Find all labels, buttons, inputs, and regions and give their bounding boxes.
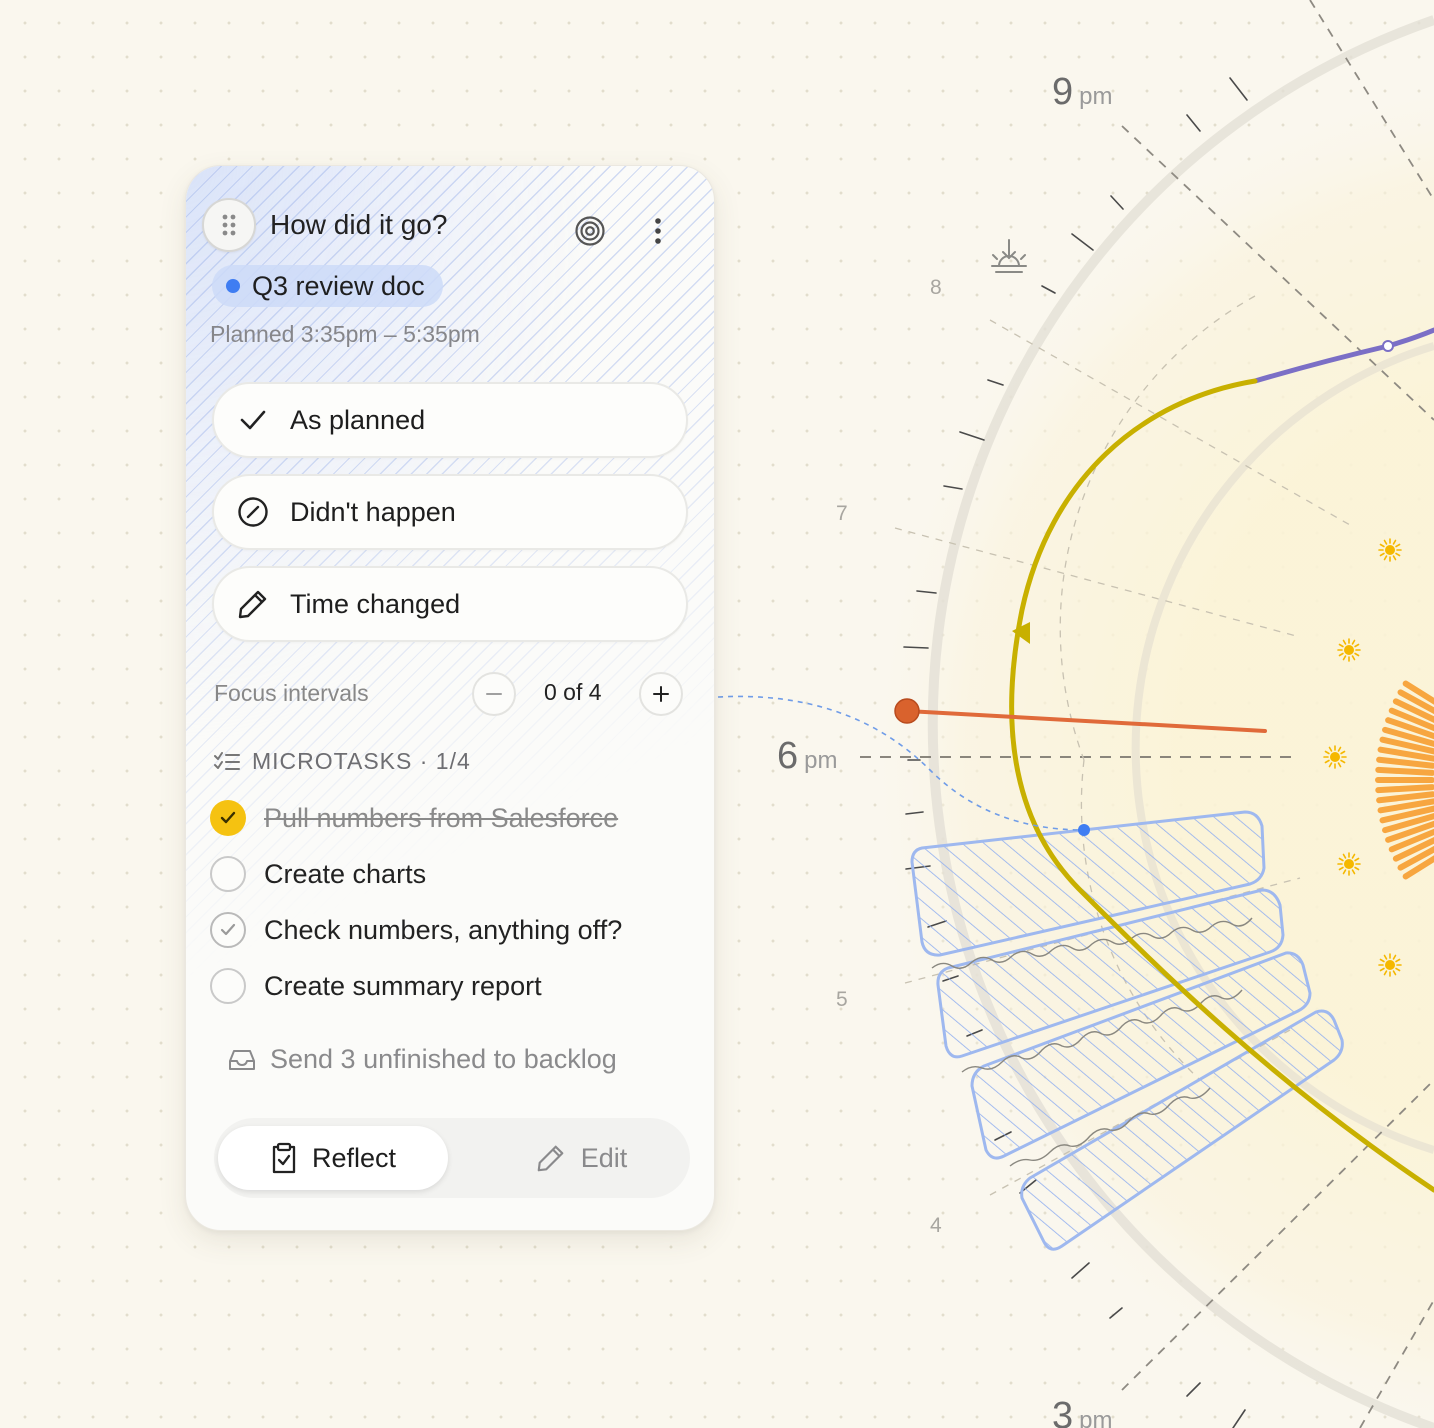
option-didnt-happen[interactable]: Didn't happen <box>212 474 688 550</box>
microtask-label: Create summary report <box>264 970 542 1001</box>
vertical-dots-icon <box>655 218 661 244</box>
task-chip[interactable]: Q3 review doc <box>212 265 443 307</box>
hour-label-3pm: 3 pm <box>1052 1395 1112 1428</box>
pencil-icon <box>537 1145 564 1172</box>
clipboard-check-icon <box>272 1142 296 1174</box>
focus-decrement-button[interactable] <box>472 672 516 716</box>
microtask-item[interactable]: Create charts <box>210 856 426 892</box>
focus-intervals-value: 0 of 4 <box>544 679 602 705</box>
checklist-icon <box>214 751 240 770</box>
sunset-icon <box>991 239 1027 273</box>
reflect-button[interactable]: Reflect <box>218 1126 448 1190</box>
more-menu-button[interactable] <box>644 213 672 249</box>
minus-icon <box>486 693 502 695</box>
pencil-icon <box>238 590 267 619</box>
option-label: As planned <box>290 404 426 435</box>
sleep-line-point <box>1382 340 1394 352</box>
task-name: Q3 review doc <box>252 270 425 301</box>
focus-increment-button[interactable] <box>639 672 683 716</box>
checkbox-unchecked[interactable] <box>210 968 246 1004</box>
send-to-backlog-button[interactable]: Send 3 unfinished to backlog <box>228 1044 617 1075</box>
hour-label-6pm: 6 pm <box>777 735 837 777</box>
edit-button[interactable]: Edit <box>486 1126 676 1190</box>
microtask-label: Create charts <box>264 858 427 889</box>
microtask-item[interactable]: Create summary report <box>210 968 542 1004</box>
slash-circle-icon <box>238 497 268 527</box>
hour-label-9pm: 9 pm <box>1052 71 1112 113</box>
reflection-card: How did it go? Q3 review doc Planned 3:3… <box>185 165 715 1231</box>
option-label: Didn't happen <box>290 496 456 527</box>
focus-intervals-label: Focus intervals <box>214 680 369 706</box>
check-icon <box>240 410 266 430</box>
microtask-label: Pull numbers from Salesforce <box>264 802 619 833</box>
hour-label-8: 8 <box>930 276 942 299</box>
microtasks-header: MICROTASKS · 1/4 <box>214 748 471 775</box>
target-icon <box>575 216 605 246</box>
focus-target-button[interactable] <box>572 213 608 249</box>
checkbox-hover[interactable] <box>210 912 246 948</box>
check-icon <box>220 811 236 824</box>
grip-icon <box>222 214 236 236</box>
drag-handle[interactable] <box>202 198 256 252</box>
hour-label-4: 4 <box>930 1214 942 1237</box>
task-color-dot <box>226 279 240 293</box>
now-marker[interactable] <box>894 698 920 724</box>
reflect-label: Reflect <box>311 1142 397 1173</box>
option-label: Time changed <box>290 588 461 619</box>
checkbox-checked[interactable] <box>210 800 246 836</box>
microtask-item[interactable]: Check numbers, anything off? <box>210 912 622 948</box>
microtask-label: Check numbers, anything off? <box>264 914 623 945</box>
option-time-changed[interactable]: Time changed <box>212 566 688 642</box>
plus-icon <box>653 686 669 702</box>
inbox-icon <box>229 1049 255 1070</box>
planned-time: Planned 3:35pm – 5:35pm <box>210 321 480 347</box>
hour-label-7: 7 <box>836 502 848 525</box>
checkbox-unchecked[interactable] <box>210 856 246 892</box>
microtasks-title: MICROTASKS · 1/4 <box>252 748 471 774</box>
check-icon <box>220 923 236 936</box>
hour-label-5: 5 <box>836 988 848 1011</box>
daylight-ray <box>1375 784 1434 794</box>
edit-label: Edit <box>580 1142 628 1173</box>
task-anchor-point <box>1078 824 1090 836</box>
card-title: How did it go? <box>270 209 448 240</box>
option-as-planned[interactable]: As planned <box>212 382 688 458</box>
microtask-item[interactable]: Pull numbers from Salesforce <box>210 800 618 836</box>
backlog-label: Send 3 unfinished to backlog <box>270 1044 617 1074</box>
daylight-ray <box>1375 766 1434 776</box>
